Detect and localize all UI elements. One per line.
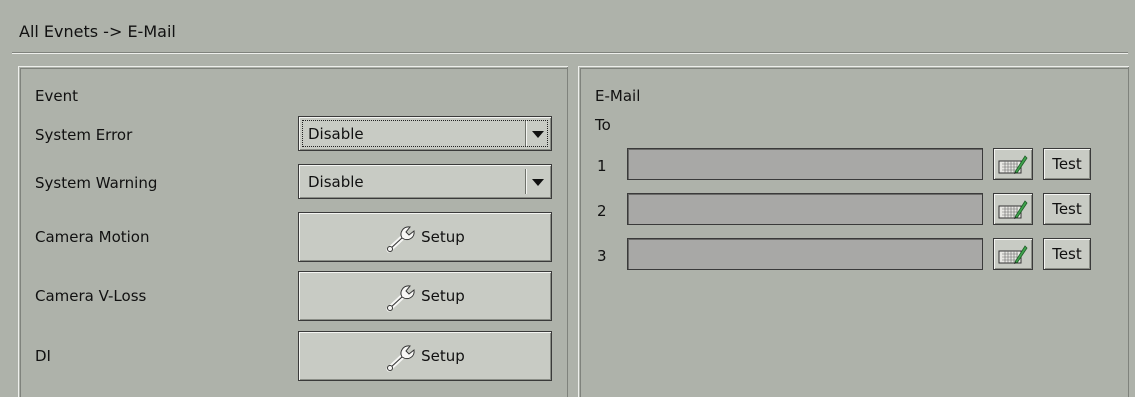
wrench-icon (386, 345, 415, 372)
di-setup-label: Setup (421, 347, 465, 365)
email-panel-title: E-Mail (595, 87, 641, 105)
chevron-down-icon (532, 131, 544, 138)
system-error-value: Disable (308, 125, 364, 143)
camera-vloss-setup-button[interactable]: Setup (298, 271, 552, 321)
keyboard-pencil-icon (998, 200, 1028, 219)
wrench-icon (386, 226, 415, 253)
keyboard-button-3[interactable] (993, 238, 1033, 270)
email-field-1[interactable] (627, 148, 983, 180)
camera-motion-setup-label: Setup (421, 228, 465, 246)
system-warning-value: Disable (308, 173, 364, 191)
to-label: To (595, 116, 611, 134)
chevron-down-icon (532, 179, 544, 186)
test-button-label: Test (1052, 155, 1082, 173)
page-title: All Evnets -> E-Mail (19, 22, 176, 41)
event-panel-title: Event (35, 87, 78, 105)
test-button-3[interactable]: Test (1043, 238, 1091, 270)
system-error-dropdown[interactable]: Disable (298, 116, 552, 151)
keyboard-button-2[interactable] (993, 193, 1033, 225)
event-panel: Event System Error Disable System Warnin… (18, 66, 568, 397)
test-button-label: Test (1052, 245, 1082, 263)
di-setup-button[interactable]: Setup (298, 331, 552, 381)
di-label: DI (35, 347, 51, 365)
camera-motion-label: Camera Motion (35, 228, 150, 246)
email-field-3[interactable] (627, 238, 983, 270)
camera-vloss-setup-label: Setup (421, 287, 465, 305)
wrench-icon (386, 285, 415, 312)
page-header: All Evnets -> E-Mail (10, 0, 1128, 60)
dropdown-separator (525, 169, 527, 194)
system-warning-label: System Warning (35, 174, 158, 192)
test-button-1[interactable]: Test (1043, 148, 1091, 180)
camera-vloss-label: Camera V-Loss (35, 287, 147, 305)
header-divider (12, 52, 1128, 54)
recipient-index: 3 (597, 247, 607, 265)
test-button-2[interactable]: Test (1043, 193, 1091, 225)
test-button-label: Test (1052, 200, 1082, 218)
email-panel: E-Mail To 1 Test 2 Test 3 Test (578, 66, 1129, 397)
recipient-index: 1 (597, 157, 607, 175)
system-error-label: System Error (35, 126, 133, 144)
recipient-index: 2 (597, 202, 607, 220)
email-field-2[interactable] (627, 193, 983, 225)
keyboard-button-1[interactable] (993, 148, 1033, 180)
camera-motion-setup-button[interactable]: Setup (298, 212, 552, 262)
keyboard-pencil-icon (998, 155, 1028, 174)
dropdown-separator (525, 121, 527, 146)
keyboard-pencil-icon (998, 245, 1028, 264)
system-warning-dropdown[interactable]: Disable (298, 164, 552, 199)
